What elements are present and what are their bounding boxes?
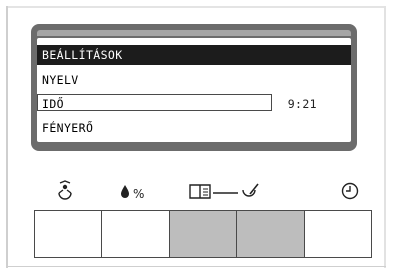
- menu-item-language[interactable]: NYELV: [37, 70, 351, 90]
- button-3[interactable]: [169, 210, 237, 258]
- humidity-percent-icon: %: [113, 180, 157, 202]
- manual-confirm-group: [176, 180, 316, 202]
- time-value: 9:21: [287, 97, 317, 111]
- button-1[interactable]: [34, 210, 102, 258]
- button-4[interactable]: [236, 210, 305, 258]
- tap-confirm-icon: [242, 183, 259, 197]
- menu-item-label: IDŐ: [42, 97, 64, 111]
- time-field-box: [37, 94, 272, 111]
- percent-symbol: %: [133, 187, 144, 201]
- button-5[interactable]: [304, 210, 372, 258]
- screen-sheen: [37, 30, 351, 36]
- clock-icon: [330, 180, 370, 202]
- menu-item-time[interactable]: IDŐ 9:21: [37, 94, 351, 114]
- device-frame-right: [384, 6, 386, 268]
- menu-list: BEÁLLÍTÁSOK NYELV IDŐ 9:21 FÉNYERŐ: [37, 38, 351, 142]
- menu-item-label: NYELV: [42, 73, 79, 87]
- menu-item-label: FÉNYERŐ: [42, 121, 94, 135]
- lcd-screen: BEÁLLÍTÁSOK NYELV IDŐ 9:21 FÉNYERŐ: [31, 24, 357, 151]
- menu-item-label: BEÁLLÍTÁSOK: [42, 48, 123, 62]
- device-frame-left: [6, 6, 8, 268]
- device-frame-top: [6, 6, 386, 8]
- book-manual-icon: [189, 184, 211, 199]
- menu-item-brightness[interactable]: FÉNYERŐ: [37, 118, 351, 138]
- thermostat-person-icon: [45, 180, 85, 202]
- menu-item-settings[interactable]: BEÁLLÍTÁSOK: [37, 45, 351, 65]
- device-frame-bottom: [6, 266, 386, 267]
- button-2[interactable]: [101, 210, 170, 258]
